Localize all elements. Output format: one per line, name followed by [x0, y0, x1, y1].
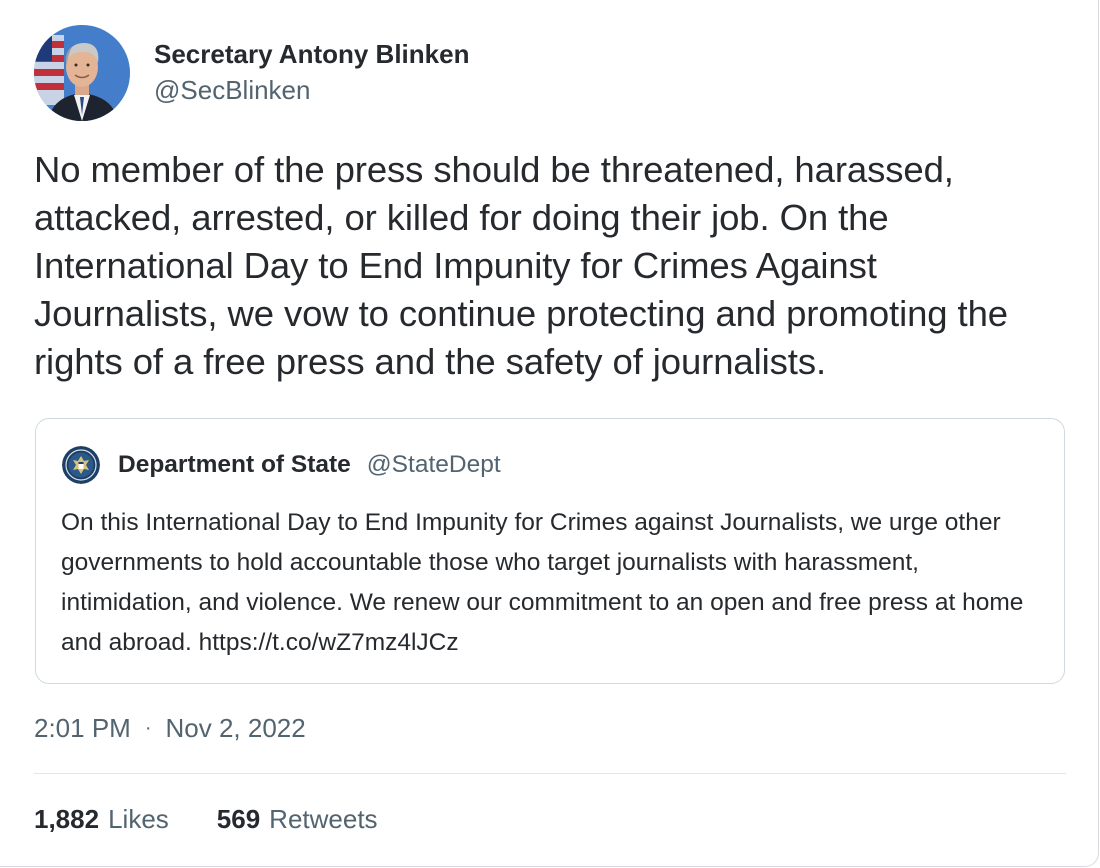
- author-handle[interactable]: @SecBlinken: [154, 71, 469, 109]
- tweet-time: 2:01 PM: [34, 713, 131, 743]
- retweets-stat[interactable]: 569 Retweets: [217, 800, 378, 838]
- author-display-name[interactable]: Secretary Antony Blinken: [154, 37, 469, 71]
- tweet-date: Nov 2, 2022: [165, 713, 306, 743]
- quoted-tweet[interactable]: Department of State @StateDept On this I…: [35, 418, 1065, 684]
- quoted-author-handle[interactable]: @StateDept: [367, 451, 501, 479]
- quoted-tweet-header: Department of State @StateDept: [62, 446, 501, 484]
- tweet-header: Secretary Antony Blinken @SecBlinken: [34, 25, 469, 121]
- stats-divider: [34, 773, 1066, 774]
- quoted-tweet-text: On this International Day to End Impunit…: [61, 509, 1024, 656]
- author-names: Secretary Antony Blinken @SecBlinken: [154, 37, 469, 109]
- author-avatar[interactable]: [34, 25, 130, 121]
- state-department-seal-icon: [62, 446, 100, 484]
- tweet-card: Secretary Antony Blinken @SecBlinken No …: [0, 0, 1099, 867]
- likes-stat[interactable]: 1,882 Likes: [34, 800, 169, 838]
- retweets-label: Retweets: [269, 804, 378, 834]
- retweets-count: 569: [216, 804, 261, 834]
- likes-label: Likes: [108, 804, 169, 834]
- profile-photo-icon: [34, 25, 130, 121]
- likes-count: 1,882: [34, 804, 100, 834]
- quoted-author-display-name[interactable]: Department of State: [118, 451, 351, 479]
- tweet-timestamp[interactable]: 2:01 PM · Nov 2, 2022: [34, 710, 306, 746]
- tweet-text: No member of the press should be threate…: [34, 149, 1008, 382]
- timestamp-separator: ·: [144, 717, 152, 739]
- quoted-author-avatar[interactable]: [62, 446, 100, 484]
- tweet-stats: 1,882 Likes 569 Retweets: [34, 800, 378, 838]
